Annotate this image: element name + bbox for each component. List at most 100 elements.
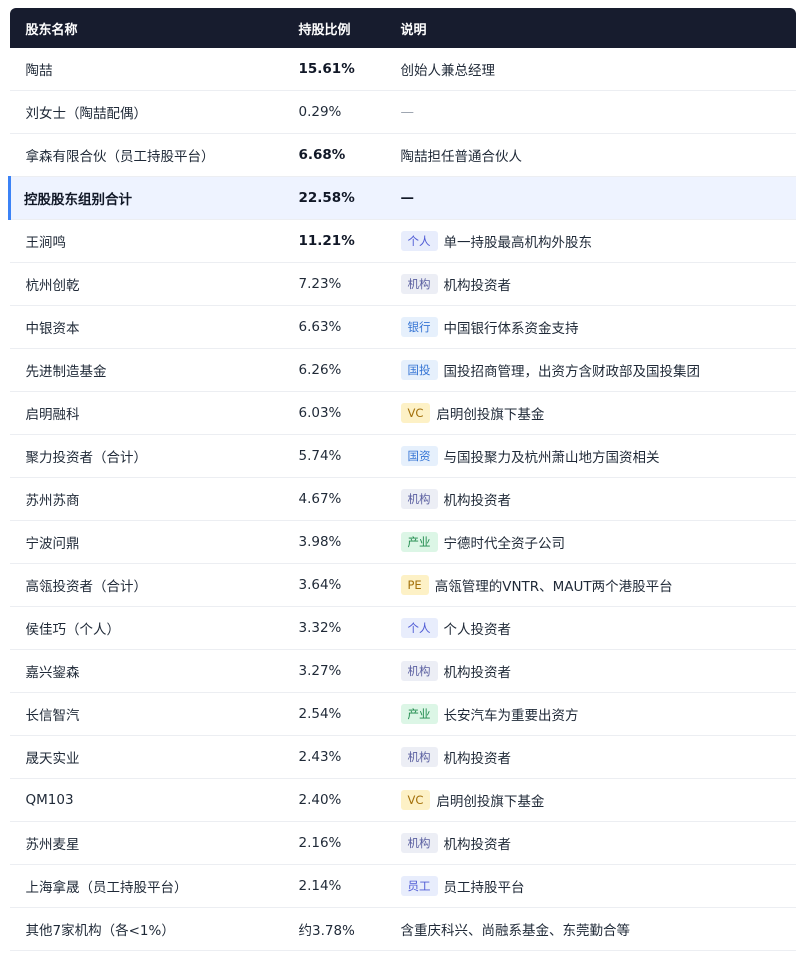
description-text: 高瓴管理的VNTR、MAUT两个港股平台 xyxy=(434,578,673,595)
description-text: 启明创投旗下基金 xyxy=(436,406,545,423)
share-percentage: 7.23% xyxy=(298,275,342,292)
description: VC 启明创投旗下基金 xyxy=(385,778,796,821)
shareholder-name: 聚力投资者（合计） xyxy=(25,449,148,466)
category-tag: 产业 xyxy=(400,531,438,552)
description: VC 启明创投旗下基金 xyxy=(385,391,796,434)
share-percentage: 3.27% xyxy=(298,662,342,679)
share-percentage: 0.29% xyxy=(298,103,342,120)
description: 产业 宁德时代全资子公司 xyxy=(385,520,796,563)
share-percentage: 6.68% xyxy=(298,146,346,163)
shareholder-name: QM103 xyxy=(25,791,74,808)
category-tag: 机构 xyxy=(400,273,438,294)
table-row: 拿森有限合伙（员工持股平台） 6.68% 陶喆担任普通合伙人 xyxy=(9,133,796,176)
shareholder-name: 宁波问鼎 xyxy=(25,535,80,552)
description: — xyxy=(384,176,796,219)
description-text: 机构投资者 xyxy=(443,664,512,681)
shareholder-name: 嘉兴鋆森 xyxy=(25,664,80,681)
description-text: 员工持股平台 xyxy=(443,879,525,896)
shareholder-name: 杭州创乾 xyxy=(25,277,80,294)
share-percentage: 3.32% xyxy=(298,619,342,636)
description: 银行 中国银行体系资金支持 xyxy=(385,305,796,348)
share-percentage: 6.26% xyxy=(298,361,342,378)
table-row: 高瓴投资者（合计） 3.64% PE 高瓴管理的VNTR、MAUT两个港股平台 xyxy=(9,563,796,606)
table-row: 陶喆 15.61% 创始人兼总经理 xyxy=(9,48,796,90)
table-row: 苏州苏商 4.67% 机构 机构投资者 xyxy=(9,477,796,520)
table-body: 陶喆 15.61% 创始人兼总经理 刘女士（陶喆配偶） 0.29% — 拿森有限… xyxy=(8,48,796,950)
category-tag: 个人 xyxy=(400,230,438,251)
header-shareholder-name: 股东名称 xyxy=(9,8,283,48)
shareholder-name: 拿森有限合伙（员工持股平台） xyxy=(25,148,215,165)
share-percentage: 2.14% xyxy=(298,877,342,894)
shareholder-name: 侯佳巧（个人） xyxy=(25,621,121,638)
description-text: 与国投聚力及杭州萧山地方国资相关 xyxy=(443,449,660,466)
description: 产业 长安汽车为重要出资方 xyxy=(385,692,796,735)
shareholder-name: 苏州苏商 xyxy=(25,492,80,509)
table-row: 启明融科 6.03% VC 启明创投旗下基金 xyxy=(9,391,796,434)
description: PE 高瓴管理的VNTR、MAUT两个港股平台 xyxy=(385,563,796,606)
share-percentage: 2.16% xyxy=(298,834,342,851)
table-row: 先进制造基金 6.26% 国投 国投招商管理，出资方含财政部及国投集团 xyxy=(9,348,796,391)
description: — xyxy=(400,103,415,120)
table-row: 侯佳巧（个人） 3.32% 个人 个人投资者 xyxy=(9,606,796,649)
category-tag: 机构 xyxy=(400,488,438,509)
share-percentage: 6.03% xyxy=(298,404,342,421)
shareholder-name: 其他7家机构（各<1%） xyxy=(25,922,175,939)
description: 含重庆科兴、尚融系基金、东莞勤合等 xyxy=(400,922,631,939)
description: 个人 单一持股最高机构外股东 xyxy=(385,219,796,262)
table-row: 聚力投资者（合计） 5.74% 国资 与国投聚力及杭州萧山地方国资相关 xyxy=(9,434,796,477)
table-row: 长信智汽 2.54% 产业 长安汽车为重要出资方 xyxy=(9,692,796,735)
description: 创始人兼总经理 xyxy=(400,62,496,79)
description-text: 长安汽车为重要出资方 xyxy=(443,707,579,724)
share-percentage: 约3.78% xyxy=(298,922,355,939)
description: 员工 员工持股平台 xyxy=(385,864,796,907)
description: 机构 机构投资者 xyxy=(385,262,796,305)
table-row: 宁波问鼎 3.98% 产业 宁德时代全资子公司 xyxy=(9,520,796,563)
shareholder-name: 陶喆 xyxy=(25,62,53,79)
shareholder-name: 启明融科 xyxy=(25,406,80,423)
description-text: 单一持股最高机构外股东 xyxy=(443,234,593,251)
category-tag: 个人 xyxy=(400,617,438,638)
description: 国资 与国投聚力及杭州萧山地方国资相关 xyxy=(385,434,796,477)
shareholder-name: 高瓴投资者（合计） xyxy=(25,578,148,595)
description: 机构 机构投资者 xyxy=(385,821,796,864)
share-percentage: 5.74% xyxy=(298,447,342,464)
category-tag: PE xyxy=(400,574,429,595)
shareholder-name: 刘女士（陶喆配偶） xyxy=(25,105,148,122)
share-percentage: 6.63% xyxy=(298,318,342,335)
description-text: 机构投资者 xyxy=(443,277,512,294)
description-text: 个人投资者 xyxy=(443,621,512,638)
description: 陶喆担任普通合伙人 xyxy=(400,148,523,165)
category-tag: 国资 xyxy=(400,445,438,466)
table-row: 苏州麦星 2.16% 机构 机构投资者 xyxy=(9,821,796,864)
share-percentage: 11.21% xyxy=(298,232,355,249)
share-percentage: 2.43% xyxy=(298,748,342,765)
description: 机构 机构投资者 xyxy=(385,649,796,692)
share-percentage: 3.64% xyxy=(298,576,342,593)
category-tag: 银行 xyxy=(400,316,438,337)
category-tag: 机构 xyxy=(400,746,438,767)
description: 个人 个人投资者 xyxy=(385,606,796,649)
description: 机构 机构投资者 xyxy=(385,477,796,520)
shareholder-table-container: 股东名称 持股比例 说明 陶喆 15.61% 创始人兼总经理 刘女士（陶喆配偶）… xyxy=(8,8,796,951)
description-text: 机构投资者 xyxy=(443,492,512,509)
shareholder-name: 先进制造基金 xyxy=(25,363,107,380)
table-row: 杭州创乾 7.23% 机构 机构投资者 xyxy=(9,262,796,305)
shareholder-name: 王涧鸣 xyxy=(25,234,67,251)
share-percentage: 15.61% xyxy=(298,60,355,77)
table-row: 王涧鸣 11.21% 个人 单一持股最高机构外股东 xyxy=(9,219,796,262)
description-text: 宁德时代全资子公司 xyxy=(443,535,566,552)
table-row: 其他7家机构（各<1%） 约3.78% 含重庆科兴、尚融系基金、东莞勤合等 xyxy=(9,907,796,950)
description-text: 启明创投旗下基金 xyxy=(436,793,545,810)
description-text: 中国银行体系资金支持 xyxy=(443,320,579,337)
shareholder-name: 长信智汽 xyxy=(25,707,80,724)
share-percentage: 2.54% xyxy=(298,705,342,722)
description-text: 机构投资者 xyxy=(443,750,512,767)
share-percentage: 2.40% xyxy=(298,791,342,808)
description-text: 机构投资者 xyxy=(443,836,512,853)
table-row: 中银资本 6.63% 银行 中国银行体系资金支持 xyxy=(9,305,796,348)
shareholder-name: 控股股东组别合计 xyxy=(8,176,283,219)
category-tag: 机构 xyxy=(400,660,438,681)
header-row: 股东名称 持股比例 说明 xyxy=(9,8,796,48)
category-tag: 国投 xyxy=(400,359,438,380)
category-tag: VC xyxy=(400,789,431,810)
